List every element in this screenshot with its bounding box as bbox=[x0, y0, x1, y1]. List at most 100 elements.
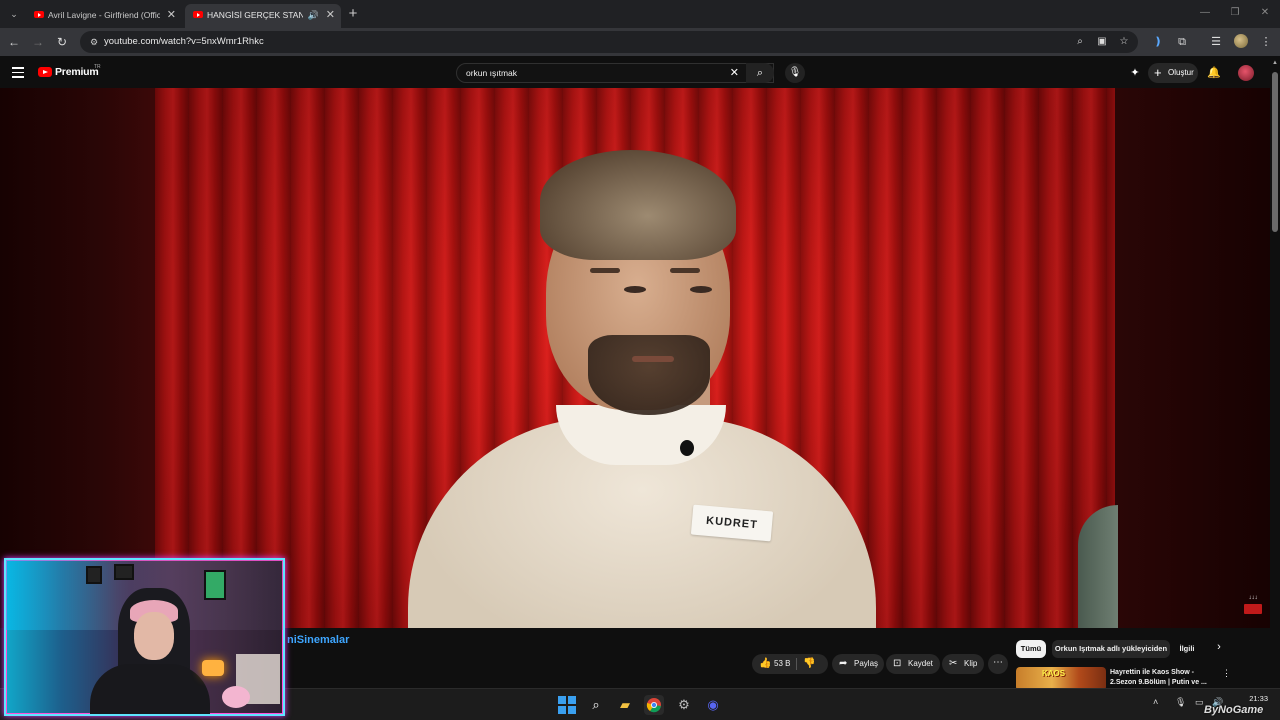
chevron-right-icon[interactable]: › bbox=[1212, 641, 1226, 657]
youtube-logo-icon[interactable] bbox=[38, 67, 52, 77]
clear-search-icon[interactable]: ✕ bbox=[730, 64, 739, 82]
zoom-icon[interactable]: ⌕ bbox=[1074, 36, 1086, 48]
taskbar-search-icon[interactable]: ⌕ bbox=[586, 695, 606, 715]
youtube-favicon-icon bbox=[193, 11, 203, 18]
wall-poster bbox=[86, 566, 102, 584]
watermark-badge bbox=[1244, 604, 1262, 614]
share-icon: ➦ bbox=[839, 658, 848, 669]
scissors-icon: ✂ bbox=[949, 658, 958, 669]
chip-related[interactable]: İlgili bbox=[1175, 640, 1199, 658]
browser-toolbar: ← → ↻ ⚙ youtube.com/watch?v=5nxWmr1Rhkc … bbox=[0, 28, 1280, 56]
like-divider bbox=[796, 658, 797, 670]
clip-button[interactable]: ✂ Klip bbox=[942, 654, 984, 674]
notifications-bell-icon[interactable]: 🔔 bbox=[1207, 66, 1221, 80]
person-eyebrow bbox=[590, 268, 620, 273]
search-query: orkun ışıtmak bbox=[466, 68, 518, 78]
reload-button[interactable]: ↻ bbox=[54, 34, 70, 50]
settings-gear-icon[interactable]: ⚙ bbox=[674, 695, 694, 715]
recommendation-title[interactable]: Hayrettin ile Kaos Show - 2.Sezon 9.Bölü… bbox=[1110, 668, 1214, 688]
create-button[interactable]: + Oluştur bbox=[1148, 63, 1198, 83]
thumbnail-text: KAOS bbox=[1042, 669, 1066, 678]
scrollbar-thumb[interactable] bbox=[1272, 72, 1278, 232]
save-icon: ⊡ bbox=[893, 658, 902, 669]
webcam-plush-toy bbox=[222, 686, 250, 708]
channel-watermark-logo[interactable]: ↓↓↓ bbox=[1242, 594, 1264, 616]
browser-profile-avatar[interactable] bbox=[1234, 34, 1248, 48]
voice-search-icon[interactable]: 🎙 bbox=[785, 63, 805, 83]
chrome-logo-icon bbox=[646, 698, 661, 713]
streamer-webcam-overlay bbox=[4, 558, 285, 716]
person-mouth bbox=[632, 356, 674, 362]
address-bar[interactable]: ⚙ youtube.com/watch?v=5nxWmr1Rhkc ⌕ ▣ ☆ bbox=[80, 31, 1138, 53]
watermark-text: ↓↓↓ bbox=[1248, 595, 1258, 601]
like-icon[interactable]: 👍 bbox=[759, 654, 771, 674]
url-text: youtube.com/watch?v=5nxWmr1Rhkc bbox=[104, 36, 264, 47]
site-info-icon[interactable]: ⚙ bbox=[88, 36, 100, 48]
account-avatar[interactable] bbox=[1238, 65, 1254, 81]
recommendation-menu-icon[interactable]: ⋮ bbox=[1222, 668, 1231, 679]
share-label: Paylaş bbox=[854, 659, 879, 668]
save-label: Kaydet bbox=[908, 659, 933, 668]
browser-tab-bar: ⌄ Avril Lavigne - Girlfriend (Official ✕… bbox=[0, 0, 1280, 28]
streamer-body bbox=[90, 664, 210, 714]
wall-poster bbox=[204, 570, 226, 600]
reading-list-icon[interactable]: ☰ bbox=[1208, 34, 1224, 50]
tray-display-icon[interactable]: ▭ bbox=[1195, 697, 1204, 708]
person-eye bbox=[690, 286, 712, 293]
tray-chevron-up-icon[interactable]: ˄ bbox=[1153, 697, 1158, 707]
wall-poster bbox=[114, 564, 134, 580]
windows-start-icon[interactable] bbox=[557, 695, 577, 715]
browser-tab-girlfriend[interactable]: Avril Lavigne - Girlfriend (Official ✕ bbox=[26, 4, 182, 28]
browser-tab-standup[interactable]: HANGİSİ GERÇEK STAND-U 🔊 ✕ bbox=[185, 4, 341, 28]
cast-icon[interactable]: ▣ bbox=[1096, 36, 1108, 48]
plus-icon: + bbox=[1154, 65, 1162, 80]
dislike-icon[interactable]: 👎 bbox=[803, 654, 815, 674]
file-explorer-icon[interactable]: ▰ bbox=[615, 695, 635, 715]
tab-search-dropdown-icon[interactable]: ⌄ bbox=[6, 6, 22, 22]
tab-title: HANGİSİ GERÇEK STAND-U bbox=[207, 10, 303, 20]
youtube-favicon-icon bbox=[34, 11, 44, 18]
tab-audio-icon[interactable]: 🔊 bbox=[308, 4, 319, 26]
search-input[interactable]: orkun ışıtmak ✕ bbox=[456, 63, 774, 83]
share-button[interactable]: ➦ Paylaş bbox=[832, 654, 884, 674]
youtube-header: Premium TR orkun ışıtmak ✕ ⌕ 🎙 ✦ + Oluşt… bbox=[0, 58, 1280, 88]
person-shoulder-right bbox=[1078, 505, 1118, 628]
system-clock[interactable]: 21:33 bbox=[1240, 693, 1268, 704]
bookmark-star-icon[interactable]: ☆ bbox=[1118, 36, 1130, 48]
maximize-window-button[interactable]: ❐ bbox=[1228, 6, 1242, 20]
browser-menu-icon[interactable]: ⋮ bbox=[1258, 34, 1274, 50]
person-beard bbox=[588, 335, 710, 415]
extensions-puzzle-icon[interactable]: ⧉ bbox=[1174, 34, 1190, 50]
discord-icon[interactable]: ◉ bbox=[703, 695, 723, 715]
new-tab-button[interactable]: + bbox=[346, 5, 360, 23]
back-button[interactable]: ← bbox=[6, 34, 22, 50]
search-button[interactable]: ⌕ bbox=[746, 63, 774, 83]
menu-icon[interactable] bbox=[12, 67, 24, 78]
close-tab-icon[interactable]: ✕ bbox=[167, 4, 176, 26]
save-button[interactable]: ⊡ Kaydet bbox=[886, 654, 940, 674]
chrome-icon[interactable] bbox=[644, 695, 664, 715]
country-code: TR bbox=[94, 64, 101, 70]
tray-mic-icon[interactable]: 🎙 bbox=[1175, 697, 1186, 708]
webcam-lamp bbox=[202, 660, 224, 676]
person-eyebrow bbox=[670, 268, 700, 273]
scroll-up-icon[interactable]: ▲ bbox=[1272, 60, 1278, 66]
studio-icon[interactable]: ✦ bbox=[1128, 66, 1142, 80]
chip-from-uploader[interactable]: Orkun Işıtmak adlı yükleyiciden bbox=[1052, 640, 1170, 658]
minimize-window-button[interactable]: — bbox=[1198, 6, 1212, 20]
channel-name[interactable]: niSinemalar bbox=[287, 634, 349, 646]
forward-button[interactable]: → bbox=[30, 34, 46, 50]
clip-label: Klip bbox=[964, 659, 978, 668]
extension-blue-icon[interactable]: ❫ bbox=[1150, 34, 1166, 50]
like-dislike-group: 👍 53 B 👎 bbox=[752, 654, 828, 674]
page-scrollbar[interactable]: ▲ bbox=[1270, 58, 1280, 688]
more-actions-icon[interactable]: ⋯ bbox=[988, 654, 1008, 674]
close-window-button[interactable]: ✕ bbox=[1258, 6, 1272, 20]
youtube-premium-label: Premium bbox=[55, 66, 99, 78]
streamer-watermark: ByNoGame bbox=[1204, 704, 1264, 716]
like-count[interactable]: 53 B bbox=[774, 654, 790, 674]
create-label: Oluştur bbox=[1168, 68, 1194, 77]
close-tab-icon[interactable]: ✕ bbox=[326, 4, 335, 26]
lapel-mic bbox=[680, 440, 694, 456]
chip-all[interactable]: Tümü bbox=[1016, 640, 1046, 658]
